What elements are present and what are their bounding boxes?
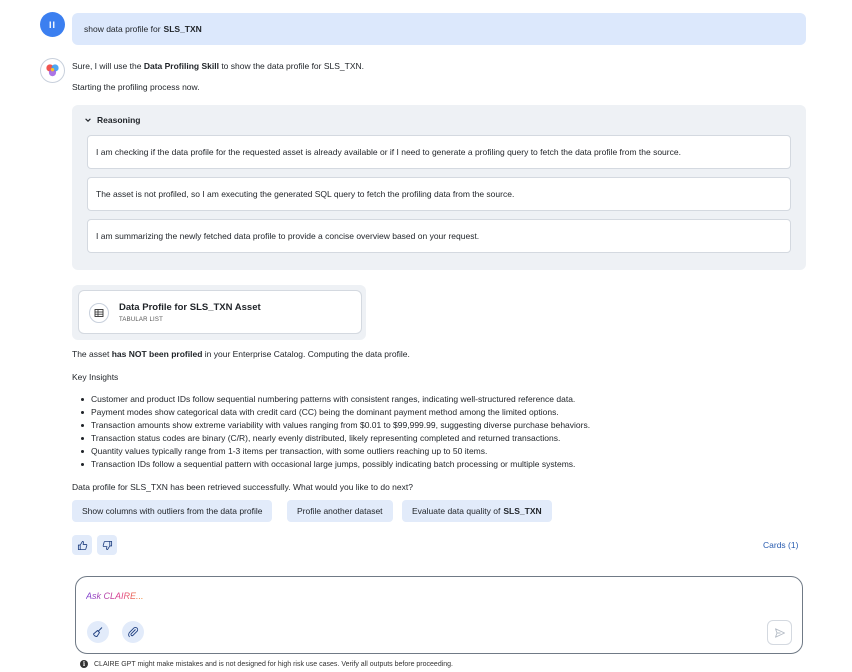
cards-link[interactable]: Cards (1) <box>763 540 798 550</box>
reasoning-toggle[interactable]: Reasoning <box>84 115 140 125</box>
status-bold: has NOT been profiled <box>111 349 203 359</box>
reasoning-step: The asset is not profiled, so I am execu… <box>87 177 791 211</box>
list-item: Transaction IDs follow a sequential patt… <box>81 458 590 471</box>
table-icon <box>89 303 109 323</box>
claire-logo-icon <box>46 64 59 77</box>
status-suffix: in your Enterprise Catalog. Computing th… <box>204 349 410 359</box>
chat-input-placeholder[interactable]: Ask CLAIRE... <box>86 591 144 601</box>
user-message-asset: SLS_TXN <box>163 24 202 34</box>
suggestion-data-quality-label: Evaluate data quality of <box>412 506 501 516</box>
insights-list: Customer and product IDs follow sequenti… <box>81 393 590 471</box>
reasoning-label: Reasoning <box>97 115 141 125</box>
list-item: Customer and product IDs follow sequenti… <box>81 393 590 406</box>
response-intro-suffix: to show the data profile for SLS_TXN. <box>221 61 364 71</box>
claire-avatar <box>40 58 65 83</box>
user-message: show data profile for SLS_TXN <box>72 13 806 45</box>
clear-chat-button[interactable] <box>87 621 109 643</box>
info-icon: i <box>80 660 88 668</box>
profile-status: The asset has NOT been profiled in your … <box>72 349 410 359</box>
response-intro: Sure, I will use the Data Profiling Skil… <box>72 61 364 71</box>
chat-input-box[interactable]: Ask CLAIRE... <box>75 576 803 654</box>
thumbs-up-button[interactable] <box>72 535 92 555</box>
insights-heading: Key Insights <box>72 372 119 382</box>
chevron-down-icon <box>85 118 91 122</box>
card-subtitle: TABULAR LIST <box>119 317 163 323</box>
status-prefix: The asset <box>72 349 110 359</box>
card-container: Data Profile for SLS_TXN Asset TABULAR L… <box>72 285 366 340</box>
response-intro-skill: Data Profiling Skill <box>143 61 219 71</box>
reasoning-step: I am checking if the data profile for th… <box>87 135 791 169</box>
list-item: Quantity values typically range from 1-3… <box>81 445 590 458</box>
attach-button[interactable] <box>122 621 144 643</box>
data-profile-card[interactable]: Data Profile for SLS_TXN Asset TABULAR L… <box>78 290 362 334</box>
reasoning-panel: Reasoning I am checking if the data prof… <box>72 105 806 270</box>
suggestion-data-quality-button[interactable]: Evaluate data quality of SLS_TXN <box>402 500 552 522</box>
suggestion-profile-another-button[interactable]: Profile another dataset <box>287 500 393 522</box>
disclaimer: i CLAIRE GPT might make mistakes and is … <box>80 660 453 668</box>
response-starting: Starting the profiling process now. <box>72 82 200 92</box>
list-item: Transaction amounts show extreme variabi… <box>81 419 590 432</box>
paperclip-icon <box>128 626 139 638</box>
send-icon <box>774 627 785 638</box>
followup-text: Data profile for SLS_TXN has been retrie… <box>72 482 413 492</box>
list-item: Payment modes show categorical data with… <box>81 406 590 419</box>
user-avatar: II <box>40 12 65 37</box>
reasoning-step: I am summarizing the newly fetched data … <box>87 219 791 253</box>
list-item: Transaction status codes are binary (C/R… <box>81 432 590 445</box>
user-message-text: show data profile for <box>84 24 161 34</box>
response-intro-prefix: Sure, I will use the <box>72 61 142 71</box>
thumbs-up-icon <box>77 540 87 550</box>
suggestion-outliers-button[interactable]: Show columns with outliers from the data… <box>72 500 273 522</box>
disclaimer-text: CLAIRE GPT might make mistakes and is no… <box>94 660 453 668</box>
suggestion-data-quality-asset: SLS_TXN <box>503 506 542 516</box>
send-button[interactable] <box>767 620 792 645</box>
broom-icon <box>93 627 103 637</box>
card-title: Data Profile for SLS_TXN Asset <box>119 302 261 313</box>
thumbs-down-icon <box>102 540 112 550</box>
thumbs-down-button[interactable] <box>97 535 117 555</box>
